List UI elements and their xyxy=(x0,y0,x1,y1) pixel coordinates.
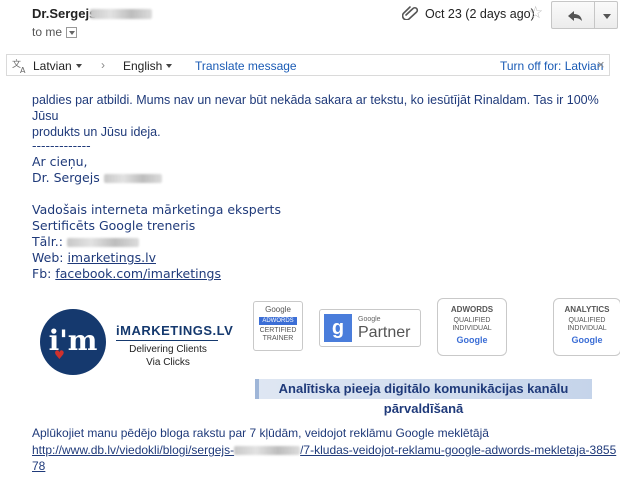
recipient-line: to me xyxy=(32,25,78,39)
blog-link[interactable]: http://www.db.lv/viedokli/blogi/sergejs-… xyxy=(32,442,617,474)
web-label: Web: xyxy=(32,250,64,265)
badge-title: ANALYTICS xyxy=(564,305,610,314)
more-options-button[interactable] xyxy=(594,1,618,29)
fb-label: Fb: xyxy=(32,266,52,281)
signature-spacer xyxy=(32,186,281,202)
blog-promo-text: Aplūkojiet manu pēdējo bloga rakstu par … xyxy=(32,426,489,440)
paperclip-icon xyxy=(402,6,419,20)
signature-web-line: Web: imarketings.lv xyxy=(32,250,281,266)
source-language-select[interactable]: Latvian xyxy=(33,59,82,73)
signature-phone-line: Tālr.: xyxy=(32,234,281,250)
google-g-icon: g xyxy=(324,314,352,342)
badge-google-label: Google xyxy=(456,335,488,345)
adwords-qualified-badge: ADWORDS QUALIFIED INDIVIDUAL Google xyxy=(437,298,507,356)
phone-label: Tālr.: xyxy=(32,234,63,249)
badge-line: CERTIFIED xyxy=(259,327,297,334)
chevron-right-icon: › xyxy=(101,58,105,72)
translate-icon: 文 A xyxy=(12,58,30,75)
sender-avatar-area xyxy=(0,0,26,40)
signature-title: Vadošais interneta mārketinga eksperts xyxy=(32,202,281,217)
heart-icon: ♥ xyxy=(54,348,65,362)
reply-arrow-icon xyxy=(568,11,582,21)
recipient-label: to me xyxy=(32,25,63,39)
badge-title: ADWORDS xyxy=(450,305,494,314)
partner-google-label: Google xyxy=(358,316,381,323)
target-language-label: English xyxy=(123,59,163,73)
google-partner-badge: g Google Partner xyxy=(319,309,421,347)
turn-off-translation-link[interactable]: Turn off for: Latvian xyxy=(500,59,603,73)
translate-message-link[interactable]: Translate message xyxy=(195,59,297,73)
chevron-down-icon xyxy=(75,64,82,68)
redacted-link-segment xyxy=(234,446,301,456)
signature-name-line: Dr. Sergejs xyxy=(32,170,281,186)
logo-tagline: Delivering Clients Via Clicks xyxy=(118,343,218,369)
analytics-qualified-badge: ANALYTICS QUALIFIED INDIVIDUAL Google xyxy=(553,298,620,356)
paragraph-line: paldies par atbildi. Mums nav un nevar b… xyxy=(32,93,599,123)
badge-google-label: Google xyxy=(265,305,291,314)
close-icon[interactable]: × xyxy=(597,57,605,72)
chevron-down-icon xyxy=(166,64,173,68)
facebook-link[interactable]: facebook.com/imarketings xyxy=(55,266,221,281)
tagline-line: Delivering Clients xyxy=(129,344,207,355)
reply-button[interactable] xyxy=(551,1,595,29)
sender-name[interactable]: Dr.Sergejs xyxy=(32,6,96,21)
badge-google-label: Google xyxy=(571,335,603,345)
svg-text:A: A xyxy=(20,66,26,74)
message-header: Dr.Sergejs to me Oct 23 (2 days ago) ☆ xyxy=(0,0,620,48)
redacted-sender-surname xyxy=(90,9,152,19)
redacted-phone xyxy=(66,238,139,247)
message-paragraph: paldies par atbildi. Mums nav un nevar b… xyxy=(32,92,620,140)
logo-divider xyxy=(116,340,218,341)
adwords-certified-trainer-badge: Google ADWORDS CERTIFIED TRAINER xyxy=(253,301,303,351)
message-date: Oct 23 (2 days ago) xyxy=(425,7,535,21)
partner-label: Partner xyxy=(358,324,411,341)
signature-separator: ------------- xyxy=(32,138,91,153)
badge-line: INDIVIDUAL xyxy=(567,325,607,332)
badge-line: TRAINER xyxy=(262,335,294,342)
imarketings-logo: ♥ i'm iMARKETINGS.LV Delivering Clients … xyxy=(36,301,236,381)
star-icon[interactable]: ☆ xyxy=(528,3,543,23)
logo-circle: ♥ i'm xyxy=(40,309,106,375)
translate-bar: 文 A Latvian › English Translate message … xyxy=(6,54,610,76)
signature: ------------- Ar cieņu, Dr. Sergejs Vado… xyxy=(32,138,281,282)
badge-adwords-label: ADWORDS xyxy=(259,317,297,325)
redacted-surname xyxy=(103,174,162,183)
signature-fb-line: Fb: facebook.com/imarketings xyxy=(32,266,281,282)
tagline-line: Via Clicks xyxy=(146,357,190,368)
recipient-details-dropdown-icon[interactable] xyxy=(66,27,78,38)
signature-name: Dr. Sergejs xyxy=(32,170,100,185)
blog-link-part[interactable]: http://www.db.lv/viedokli/blogi/sergejs- xyxy=(32,443,234,457)
badge-line: QUALIFIED xyxy=(568,317,606,324)
logo-brand-name: iMARKETINGS.LV xyxy=(116,323,234,338)
badge-line: QUALIFIED xyxy=(453,317,491,324)
signature-greeting: Ar cieņu, xyxy=(32,154,88,169)
signature-certification: Sertificēts Google treneris xyxy=(32,218,196,233)
target-language-select[interactable]: English xyxy=(123,59,173,73)
web-link[interactable]: imarketings.lv xyxy=(67,250,156,265)
tagline-banner: Analītiska pieeja digitālo komunikācijas… xyxy=(255,379,592,416)
source-language-label: Latvian xyxy=(33,59,72,73)
badge-line: INDIVIDUAL xyxy=(452,325,492,332)
